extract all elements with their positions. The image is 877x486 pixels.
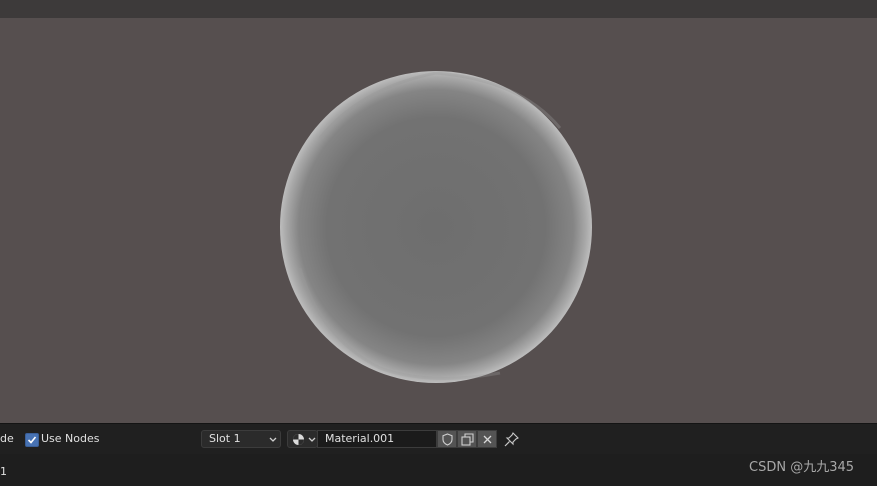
slot-dropdown[interactable]: Slot 1 <box>201 430 281 448</box>
close-icon <box>483 435 492 444</box>
checkmark-icon <box>27 436 37 444</box>
use-nodes-checkbox[interactable] <box>25 433 39 447</box>
material-name-field[interactable]: Material.001 <box>317 430 437 448</box>
material-preview-sphere <box>280 71 592 383</box>
cut-off-label: de <box>0 432 14 445</box>
shield-icon <box>442 433 453 446</box>
header-strip <box>0 0 877 18</box>
material-preview-viewport[interactable] <box>0 18 877 423</box>
chevron-down-icon <box>308 437 316 442</box>
pin-icon[interactable] <box>504 432 519 447</box>
fake-user-button[interactable] <box>437 430 457 448</box>
material-properties-bar: de Use Nodes Slot 1 Material.001 <box>0 423 877 455</box>
material-name-value: Material.001 <box>325 432 395 445</box>
duplicate-icon <box>461 433 474 446</box>
cut-off-label-2: 1 <box>0 465 7 478</box>
material-sphere-icon <box>293 434 304 445</box>
unlink-material-button[interactable] <box>477 430 497 448</box>
new-material-button[interactable] <box>457 430 477 448</box>
properties-lower-row: 1 CSDN @九九345 <box>0 454 877 486</box>
watermark-text: CSDN @九九345 <box>749 460 855 475</box>
use-nodes-label: Use Nodes <box>41 432 100 445</box>
slot-dropdown-value: Slot 1 <box>209 432 241 445</box>
browse-material-button[interactable] <box>287 430 318 448</box>
chevron-down-icon <box>269 437 277 442</box>
